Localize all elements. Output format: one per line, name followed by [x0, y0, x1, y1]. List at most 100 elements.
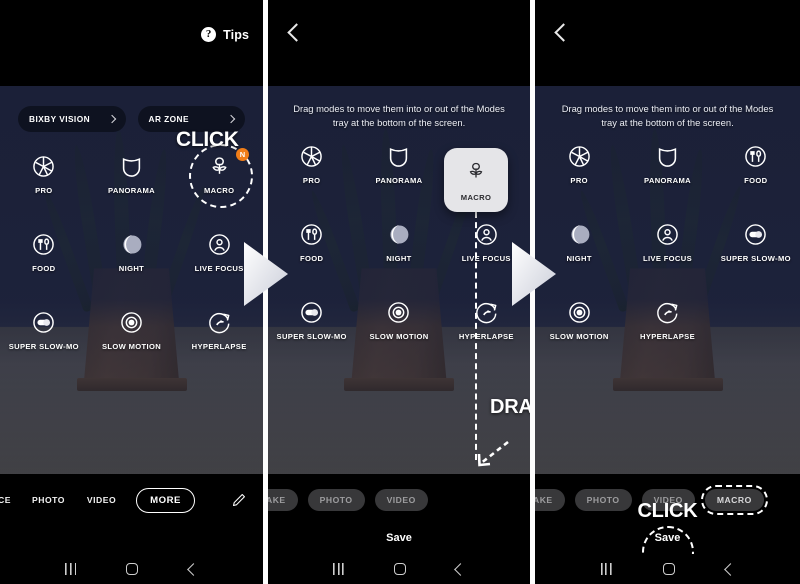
mode-label: LIVE FOCUS — [461, 254, 511, 263]
pencil-icon[interactable] — [230, 492, 247, 514]
mode-item-live-focus[interactable]: LIVE FOCUS — [175, 226, 263, 278]
drag-instruction-2: Drag modes to move them into or out of t… — [293, 103, 505, 128]
panorama-icon — [118, 153, 145, 180]
panorama-icon — [385, 143, 412, 170]
mode-item-macro[interactable]: N MACRO — [175, 144, 263, 208]
back-icon[interactable] — [186, 562, 200, 576]
mode-label: PANORAMA — [108, 186, 155, 195]
mode-label: SUPER SLOW-MO — [276, 332, 347, 341]
ar-zone-label: AR ZONE — [148, 114, 189, 124]
mode-item-night[interactable]: NIGHT — [355, 216, 442, 268]
bixby-vision-button[interactable]: BIXBY VISION — [18, 106, 126, 132]
mode-label: LIVE FOCUS — [642, 254, 693, 263]
mode-label: HYPERLAPSE — [458, 332, 514, 341]
mode-item-food[interactable]: FOOD — [712, 138, 800, 190]
mode-label: SUPER SLOW-MO — [8, 342, 79, 351]
tray-chip-video[interactable]: VIDEO — [374, 489, 428, 511]
mode-item-night[interactable]: NIGHT — [535, 216, 623, 268]
bottom-tray-3: AKE PHOTO VIDEO MACRO CLICK Save — [535, 474, 800, 584]
mode-item-pro[interactable]: PRO — [0, 148, 88, 200]
step-2-panel: Drag modes to move them into or out of t… — [268, 0, 530, 584]
mode-item-super-slow-mo[interactable]: SUPER SLOW-MO — [268, 294, 355, 346]
slow-motion-icon — [385, 299, 412, 326]
save-button[interactable]: Save — [268, 532, 530, 544]
dragged-macro-tile[interactable]: MACRO — [444, 148, 508, 212]
mode-label: NIGHT — [566, 254, 592, 263]
recents-icon[interactable] — [65, 563, 77, 575]
chevron-right-icon — [107, 114, 116, 124]
tray-item-more[interactable]: MORE — [136, 487, 195, 513]
mode-label: FOOD — [299, 254, 324, 263]
panorama-icon — [654, 143, 681, 170]
tray-item-video[interactable]: VIDEO — [87, 495, 116, 505]
mode-grid-1: PRO PANORAMA N MACRO FOOD NIGHT LIVE FOC… — [0, 144, 263, 356]
mode-item-night[interactable]: NIGHT — [88, 226, 176, 278]
super-slow-mo-icon — [30, 309, 57, 336]
mode-item-panorama[interactable]: PANORAMA — [88, 148, 176, 200]
fork-spoon-icon — [30, 231, 57, 258]
mode-label: PRO — [35, 186, 53, 195]
mode-label: PRO — [302, 176, 321, 185]
recents-icon[interactable] — [333, 563, 344, 575]
back-chevron-icon[interactable] — [554, 23, 573, 42]
mode-label: SLOW MOTION — [101, 342, 162, 351]
hyperlapse-icon — [206, 309, 233, 336]
mode-item-slow-motion[interactable]: SLOW MOTION — [535, 294, 623, 346]
step-3-panel: Drag modes to move them into or out of t… — [535, 0, 800, 584]
portrait-icon — [206, 231, 233, 258]
mode-item-pro[interactable]: PRO — [535, 138, 623, 190]
mode-tray-1: CE PHOTO VIDEO MORE — [0, 486, 263, 514]
home-icon[interactable] — [394, 563, 406, 575]
click-annotation: CLICK — [637, 500, 698, 522]
tutorial-stage: BIXBY VISION AR ZONE PRO PANORAMA N MACR… — [0, 0, 800, 584]
bixby-vision-label: BIXBY VISION — [29, 114, 91, 124]
mode-item-food[interactable]: FOOD — [268, 216, 355, 268]
status-header-2 — [268, 0, 530, 86]
recents-icon[interactable] — [600, 563, 612, 575]
moon-icon — [385, 221, 412, 248]
slow-motion-icon — [118, 309, 145, 336]
back-icon[interactable] — [723, 562, 737, 576]
super-slow-mo-icon — [742, 221, 769, 248]
fork-spoon-icon — [298, 221, 325, 248]
mode-label: NIGHT — [386, 254, 412, 263]
tray-chip-photo[interactable]: PHOTO — [307, 489, 365, 511]
back-icon[interactable] — [454, 562, 467, 576]
tray-item-photo[interactable]: PHOTO — [32, 495, 65, 505]
mode-item-live-focus[interactable]: LIVE FOCUS — [443, 216, 530, 268]
mode-item-slow-motion[interactable]: SLOW MOTION — [88, 304, 176, 356]
mode-item-hyperlapse[interactable]: HYPERLAPSE — [175, 304, 263, 356]
mode-item-super-slow-mo[interactable]: SUPER SLOW-MO — [0, 304, 88, 356]
tips-button[interactable]: ? Tips — [201, 27, 249, 42]
home-icon[interactable] — [662, 563, 675, 575]
tray-chip-single-take[interactable]: AKE — [268, 489, 298, 511]
fork-spoon-icon — [742, 143, 769, 170]
tray-item-single-take[interactable]: CE — [0, 495, 18, 505]
mode-item-live-focus[interactable]: LIVE FOCUS — [623, 216, 711, 268]
mode-item-panorama[interactable]: PANORAMA — [623, 138, 711, 190]
android-navbar-2 — [268, 554, 530, 584]
home-icon[interactable] — [126, 563, 139, 575]
bottom-tray-2: AKE PHOTO VIDEO Save — [268, 474, 530, 584]
tips-label: Tips — [223, 27, 249, 42]
mode-item-super-slow-mo[interactable]: SUPER SLOW-MO — [712, 216, 800, 268]
camera-viewfinder-3: Drag modes to move them into or out of t… — [535, 86, 800, 474]
mode-item-pro[interactable]: PRO — [268, 138, 355, 190]
mode-item-hyperlapse[interactable]: HYPERLAPSE — [443, 294, 530, 346]
drag-path-line — [475, 212, 477, 460]
mode-item-slow-motion[interactable]: SLOW MOTION — [355, 294, 442, 346]
mode-item-panorama[interactable]: PANORAMA — [355, 138, 442, 190]
chevron-right-icon — [226, 114, 236, 124]
question-circle-icon: ? — [201, 27, 217, 42]
mode-label: PRO — [570, 176, 588, 185]
drag-instruction-3: Drag modes to move them into or out of t… — [561, 103, 774, 128]
back-chevron-icon[interactable] — [287, 23, 306, 42]
android-navbar-1 — [0, 554, 263, 584]
moon-icon — [566, 221, 593, 248]
mode-item-hyperlapse[interactable]: HYPERLAPSE — [623, 294, 711, 346]
mode-item-food[interactable]: FOOD — [0, 226, 88, 278]
save-button[interactable]: Save — [535, 532, 800, 544]
mode-label: SUPER SLOW-MO — [720, 254, 791, 263]
bottom-tray-1: CE PHOTO VIDEO MORE — [0, 474, 263, 584]
drag-annotation: DRAG — [490, 396, 530, 418]
